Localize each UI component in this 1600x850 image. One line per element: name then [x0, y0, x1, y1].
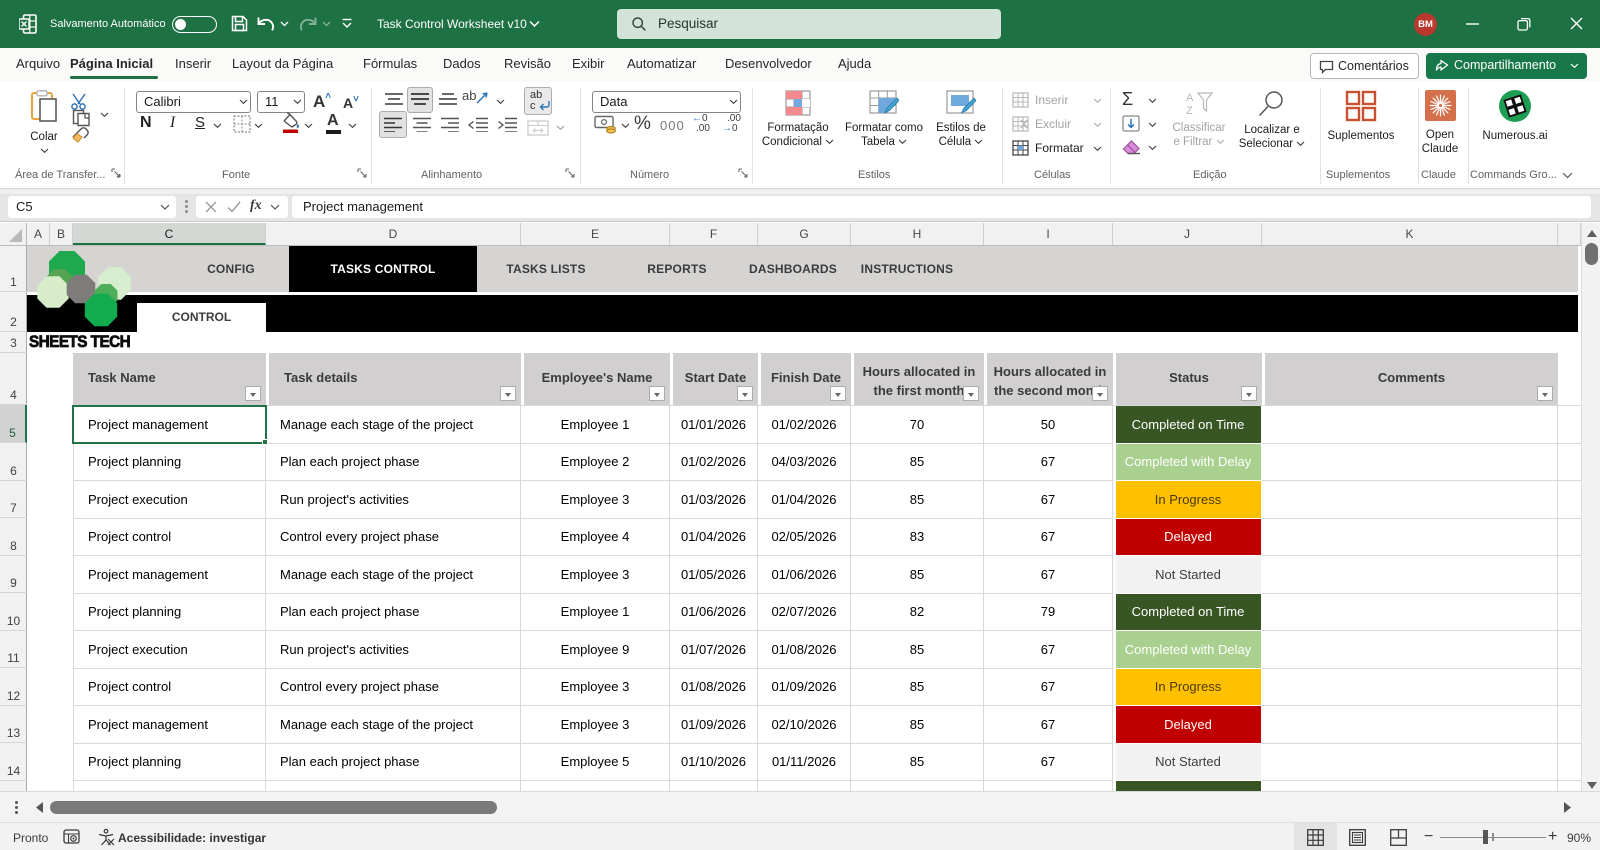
svg-text:Z: Z	[1186, 105, 1193, 116]
svg-text:A: A	[1186, 92, 1194, 104]
